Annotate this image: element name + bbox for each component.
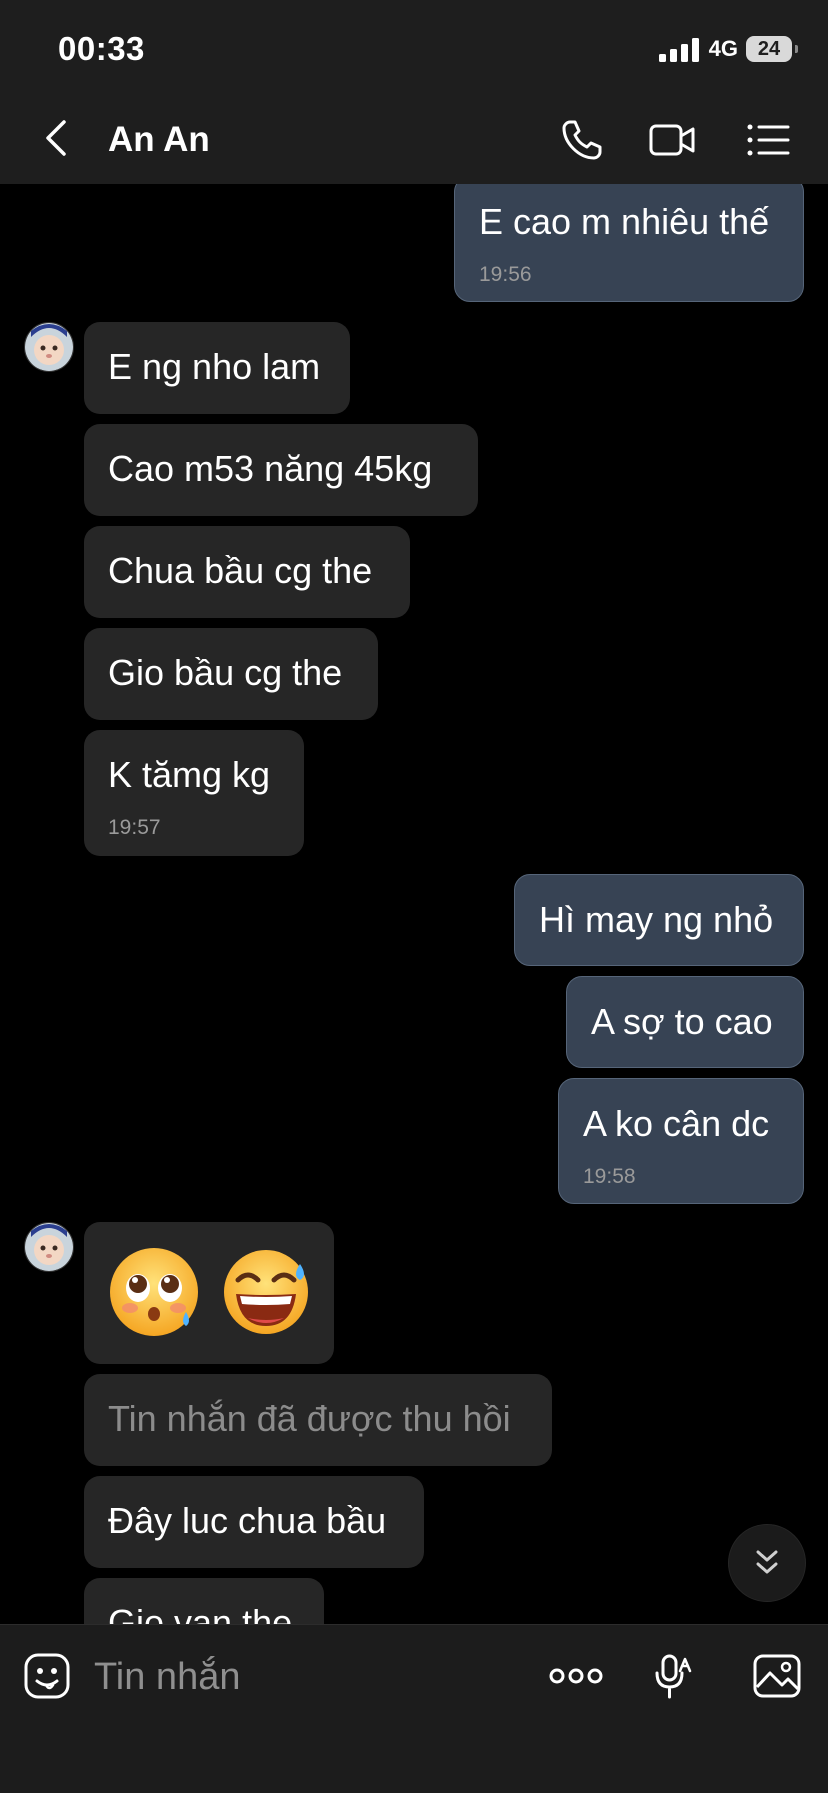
battery-icon: 24 [746,36,798,62]
message-bubble-incoming[interactable]: Chua bầu cg the [84,526,410,618]
message-bubble-incoming[interactable]: Cao m53 năng 45kg [84,424,478,516]
grinning-sweat-face-emoji [224,1250,308,1334]
message-bubble-outgoing[interactable]: A ko cân dc 19:58 [558,1078,804,1204]
recalled-message[interactable]: Tin nhắn đã được thu hồi [84,1374,552,1466]
message-text: Cao m53 năng 45kg [108,448,433,489]
video-camera-icon[interactable] [648,116,696,164]
message-text: Chua bầu cg the [108,550,373,591]
double-chevron-down-icon [756,1550,778,1574]
chevron-left-icon[interactable] [38,118,78,158]
message-text: Gio bầu cg the [108,652,343,693]
chat-header: An An [0,92,828,185]
avatar-image [25,323,73,371]
message-text: E ng nho lam [108,346,321,387]
status-time: 00:33 [58,30,145,67]
message-bubble-incoming[interactable]: Gio van the [84,1578,324,1624]
message-composer [0,1624,828,1793]
message-text: Tin nhắn đã được thu hồi [108,1398,511,1439]
message-bubble-outgoing[interactable]: E cao m nhiêu thế 19:56 [454,184,804,302]
list-icon[interactable] [744,116,792,164]
status-indicators: 4G 24 [658,34,798,64]
more-dots-icon[interactable] [548,1651,604,1701]
message-bubble-outgoing[interactable]: A sợ to cao [566,976,804,1068]
sticker-message[interactable] [84,1222,334,1364]
message-text: A ko cân dc [583,1103,770,1144]
network-type: 4G [708,36,738,61]
message-time: 19:56 [479,263,532,286]
message-time: 19:58 [583,1165,636,1188]
avatar-image [25,1223,73,1271]
message-text: K tămg kg [108,754,271,795]
message-text: Đây luc chua bầu [108,1500,387,1541]
message-text: E cao m nhiêu thế [479,201,770,242]
battery-level: 24 [757,37,781,60]
message-bubble-incoming[interactable]: E ng nho lam [84,322,350,414]
contact-name[interactable]: An An [108,120,210,160]
message-text: A sợ to cao [591,1001,773,1042]
message-time: 19:57 [108,816,161,839]
message-input[interactable] [94,1649,514,1705]
pleading-face-emoji [110,1248,198,1336]
message-bubble-incoming[interactable]: Gio bầu cg the [84,628,378,720]
sticker-face-icon[interactable] [22,1651,72,1701]
message-list[interactable]: E cao m nhiêu thế 19:56 E ng nho lam Cao… [0,184,828,1624]
message-text: Gio van the [108,1602,293,1624]
image-icon[interactable] [752,1651,802,1701]
message-bubble-incoming[interactable]: Đây luc chua bầu [84,1476,424,1568]
avatar[interactable] [24,1222,74,1272]
signal-icon [658,36,699,62]
message-text: Hì may ng nhỏ [539,899,774,940]
avatar[interactable] [24,322,74,372]
message-bubble-incoming[interactable]: K tămg kg 19:57 [84,730,304,856]
microphone-icon[interactable] [648,1651,698,1701]
status-bar: 00:33 4G 24 [0,0,828,92]
message-bubble-outgoing[interactable]: Hì may ng nhỏ [514,874,804,966]
scroll-to-bottom-button[interactable] [728,1524,806,1602]
phone-icon[interactable] [558,116,606,164]
